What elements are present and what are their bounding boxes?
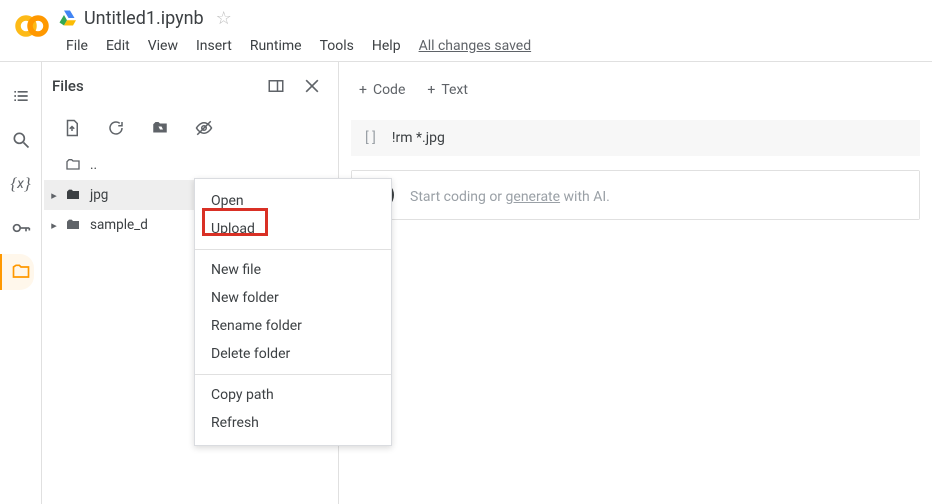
editor: +Code +Text [ ] !rm *.jpg Start coding o…	[339, 62, 932, 504]
cell-code[interactable]: !rm *.jpg	[392, 130, 445, 146]
star-icon[interactable]: ☆	[216, 8, 232, 29]
cell-placeholder[interactable]: Start coding or generate with AI.	[410, 186, 610, 205]
caret-icon[interactable]: ▸	[44, 189, 64, 202]
menu-edit[interactable]: Edit	[98, 34, 138, 58]
expand-icon[interactable]	[258, 68, 294, 104]
add-text-button[interactable]: +Text	[419, 78, 476, 102]
main: {x} Files .. ▸ jpg	[0, 62, 932, 504]
drive-icon	[58, 9, 76, 27]
save-status[interactable]: All changes saved	[411, 34, 540, 58]
upload-icon[interactable]	[60, 116, 84, 140]
caret-icon[interactable]: ▸	[44, 219, 64, 232]
ctx-new-file[interactable]: New file	[195, 256, 391, 284]
folder-icon	[64, 187, 82, 203]
tree-label: sample_d	[90, 217, 148, 233]
ctx-copy-path[interactable]: Copy path	[195, 381, 391, 409]
toc-icon[interactable]	[9, 84, 33, 108]
divider	[195, 374, 391, 375]
menu-view[interactable]: View	[140, 34, 186, 58]
folder-icon	[64, 157, 82, 173]
folder-icon	[64, 217, 82, 233]
refresh-icon[interactable]	[104, 116, 128, 140]
code-cell[interactable]: [ ] !rm *.jpg	[351, 120, 920, 156]
add-code-button[interactable]: +Code	[351, 78, 413, 102]
tree-label: ..	[90, 157, 97, 173]
tree-label: jpg	[90, 187, 108, 203]
variables-icon[interactable]: {x}	[9, 172, 33, 196]
plus-icon: +	[359, 82, 367, 98]
ctx-new-folder[interactable]: New folder	[195, 284, 391, 312]
plus-icon: +	[427, 82, 435, 98]
menu-insert[interactable]: Insert	[188, 34, 240, 58]
ctx-delete[interactable]: Delete folder	[195, 340, 391, 368]
files-toolbar	[42, 110, 338, 150]
ctx-open[interactable]: Open	[195, 187, 391, 215]
close-icon[interactable]	[294, 68, 330, 104]
editor-toolbar: +Code +Text	[351, 72, 920, 108]
ctx-upload[interactable]: Upload	[195, 215, 391, 243]
ctx-refresh[interactable]: Refresh	[195, 409, 391, 437]
colab-logo	[14, 8, 50, 44]
secrets-icon[interactable]	[9, 216, 33, 240]
toggle-hidden-icon[interactable]	[192, 116, 216, 140]
divider	[195, 249, 391, 250]
menu-help[interactable]: Help	[364, 34, 409, 58]
tree-up[interactable]: ..	[44, 150, 338, 180]
left-rail: {x}	[0, 62, 42, 504]
code-cell[interactable]: Start coding or generate with AI.	[351, 170, 920, 220]
notebook-title[interactable]: Untitled1.ipynb	[84, 8, 204, 29]
menu-tools[interactable]: Tools	[312, 34, 362, 58]
mount-drive-icon[interactable]	[148, 116, 172, 140]
search-icon[interactable]	[9, 128, 33, 152]
context-menu: Open Upload New file New folder Rename f…	[194, 178, 392, 446]
menu-runtime[interactable]: Runtime	[242, 34, 310, 58]
ctx-rename[interactable]: Rename folder	[195, 312, 391, 340]
files-icon[interactable]	[9, 260, 33, 284]
files-panel: Files .. ▸ jpg ▸ sample_d	[42, 62, 339, 504]
menu-file[interactable]: File	[58, 34, 96, 58]
files-panel-title: Files	[52, 77, 258, 95]
header: Untitled1.ipynb ☆ File Edit View Insert …	[0, 0, 932, 62]
menu-bar: File Edit View Insert Runtime Tools Help…	[58, 30, 932, 58]
cell-exec-bracket[interactable]: [ ]	[365, 130, 376, 146]
